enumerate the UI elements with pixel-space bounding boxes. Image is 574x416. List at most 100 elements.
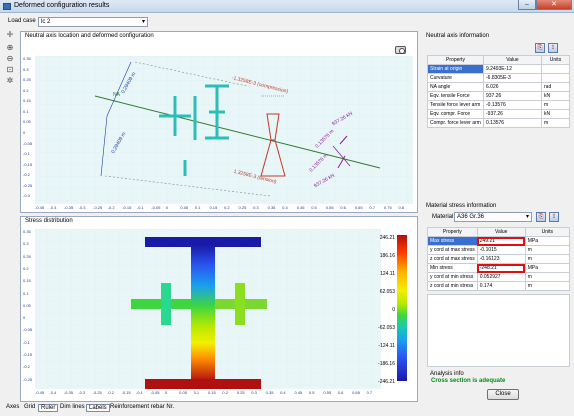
export-icon[interactable]: ⇪	[548, 43, 558, 53]
stress-plot[interactable]	[35, 229, 381, 389]
y-tick-label: 0.2	[23, 87, 29, 93]
y-tick-label: 0.25	[23, 253, 31, 259]
na-info-table: Property Value Units Strain at origin 9.2…	[427, 55, 570, 128]
y-tick-label: 0.35	[23, 229, 31, 234]
y-tick-label: -0.2	[23, 364, 30, 370]
cell-units: MPa	[524, 236, 571, 246]
x-tick-label: 0	[165, 205, 169, 210]
zoom-extents-icon[interactable]: ✲	[5, 76, 15, 86]
material-select[interactable]: A36 Gr.36 ▾	[454, 212, 532, 222]
footer-rebar[interactable]: Reinforcement rebar Nr.	[108, 404, 176, 410]
x-tick-label: 0.7	[366, 390, 373, 395]
x-tick-label: -0.4	[49, 205, 57, 210]
cell-value: 0.13576	[483, 118, 542, 128]
neutral-axis-plot[interactable]	[35, 56, 413, 204]
close-window-button[interactable]: ✕	[536, 0, 572, 10]
footer-dim-lines[interactable]: Dim lines	[58, 404, 87, 410]
table-row[interactable]: Strain at origin 9.2493E-12	[427, 64, 570, 74]
x-tick-label: 0.65	[354, 205, 363, 210]
y-tick-label: 0.3	[23, 241, 29, 247]
table-row[interactable]: Tensile force lever arm -0.13576 m	[427, 100, 570, 110]
x-tick-label: 0.1	[194, 205, 201, 210]
table-row[interactable]: Eqv. tensile Force 937.26 kN	[427, 91, 570, 101]
y-tick-label: 0.05	[23, 302, 31, 308]
y-tick-label: -0.1	[23, 339, 30, 345]
colorbar-label: -124.11	[378, 343, 395, 349]
cell-units: MPa	[524, 263, 571, 273]
colorbar-label: 62.053	[379, 289, 395, 295]
footer-ruler[interactable]: Ruler	[38, 404, 59, 412]
table-row[interactable]: z cord at max stress -0.16123 m	[427, 254, 571, 264]
cell-property: NA angle	[427, 82, 484, 92]
col-value: Value	[483, 55, 542, 65]
footer-labels[interactable]: Labels	[86, 404, 110, 412]
zoom-out-icon[interactable]: ⊖	[5, 54, 15, 64]
col-value: Value	[476, 227, 526, 237]
table-row[interactable]: Max stress 249.21 MPa	[427, 236, 571, 246]
table-row[interactable]: y cord at min stress 0.052927 m	[427, 272, 571, 282]
x-tick-label: -0.35	[63, 390, 73, 395]
colorbar-label: 124.11	[380, 271, 395, 277]
cell-units: rad	[541, 82, 570, 92]
x-tick-label: -0.2	[107, 205, 115, 210]
minimize-button[interactable]: –	[518, 0, 536, 10]
cell-units: m	[541, 118, 570, 128]
copy-icon[interactable]: ⎘	[536, 212, 546, 222]
y-tick-label: 0.15	[23, 98, 31, 104]
y-tick-label: 0	[23, 130, 26, 135]
cell-property: Max stress	[427, 236, 478, 246]
load-case-select[interactable]: lc 2 ▾	[38, 17, 148, 27]
table-row[interactable]: Curvature -6.8305E-3	[427, 73, 570, 83]
y-tick-label: -0.05	[23, 140, 33, 146]
x-tick-label: -0.45	[35, 390, 45, 395]
load-case-value: lc 2	[41, 19, 51, 25]
chevron-down-icon: ▾	[141, 19, 145, 25]
material-label: Material	[432, 214, 454, 220]
cell-value: 937.26	[483, 91, 542, 101]
plot-grid	[35, 56, 413, 204]
pan-icon[interactable]: ✛	[5, 30, 15, 40]
view-toolbar: ✛ ⊕ ⊖ ⊡ ✲	[3, 30, 17, 90]
material-value: A36 Gr.36	[457, 214, 485, 220]
footer-grid[interactable]: Grid	[22, 404, 37, 410]
colorbar-label: -62.053	[378, 325, 395, 331]
x-tick-label: 0.55	[323, 390, 332, 395]
cell-property: Tensile force lever arm	[427, 100, 484, 110]
table-row[interactable]: Compr. force lever arm 0.13576 m	[427, 118, 570, 128]
cell-value: 9.2493E-12	[483, 64, 542, 74]
app-icon	[3, 3, 11, 10]
x-tick-label: 0.05	[179, 390, 187, 395]
table-row[interactable]: y cord at max stress -0.1015 m	[427, 245, 571, 255]
col-property: Property	[427, 55, 484, 65]
x-tick-label: 0.5	[311, 205, 317, 210]
analysis-status: Cross section is adequate	[431, 378, 506, 384]
x-tick-label: 0.4	[280, 390, 286, 395]
zoom-window-icon[interactable]: ⊡	[5, 65, 15, 75]
table-row[interactable]: Min stress -248.21 MPa	[427, 263, 571, 273]
x-tick-label: 0.6	[340, 205, 346, 210]
footer-axes[interactable]: Axes	[4, 404, 21, 410]
material-table-empty-area	[427, 294, 570, 367]
window-title: Deformed configuration results	[14, 2, 110, 9]
table-row[interactable]: NA angle 6.026 rad	[427, 82, 570, 92]
cell-value: -0.16123	[476, 254, 526, 264]
cell-property: Eqv. tensile Force	[427, 91, 484, 101]
zoom-in-icon[interactable]: ⊕	[5, 43, 15, 53]
cell-value: -0.1015	[476, 245, 526, 255]
table-row[interactable]: Eqv. compr. Force -937.26 kN	[427, 109, 570, 119]
y-tick-label: 0	[23, 315, 26, 321]
cell-units	[541, 73, 570, 83]
table-row[interactable]: z cord at min stress 0.174 m	[427, 281, 571, 291]
stress-colorbar	[397, 235, 407, 381]
cell-property: z cord at max stress	[427, 254, 478, 264]
x-tick-label: 0.35	[265, 390, 274, 395]
x-tick-label: 0.35	[267, 205, 276, 210]
copy-icon[interactable]: ⎘	[535, 43, 545, 53]
cell-value: -6.8305E-3	[483, 73, 542, 83]
camera-icon[interactable]	[395, 46, 406, 54]
col-units: Units	[524, 227, 571, 237]
close-button[interactable]: Close	[487, 389, 519, 400]
cell-property: Compr. force lever arm	[427, 118, 484, 128]
na-info-section: Neutral axis information	[426, 33, 566, 39]
export-icon[interactable]: ⇪	[549, 212, 559, 222]
